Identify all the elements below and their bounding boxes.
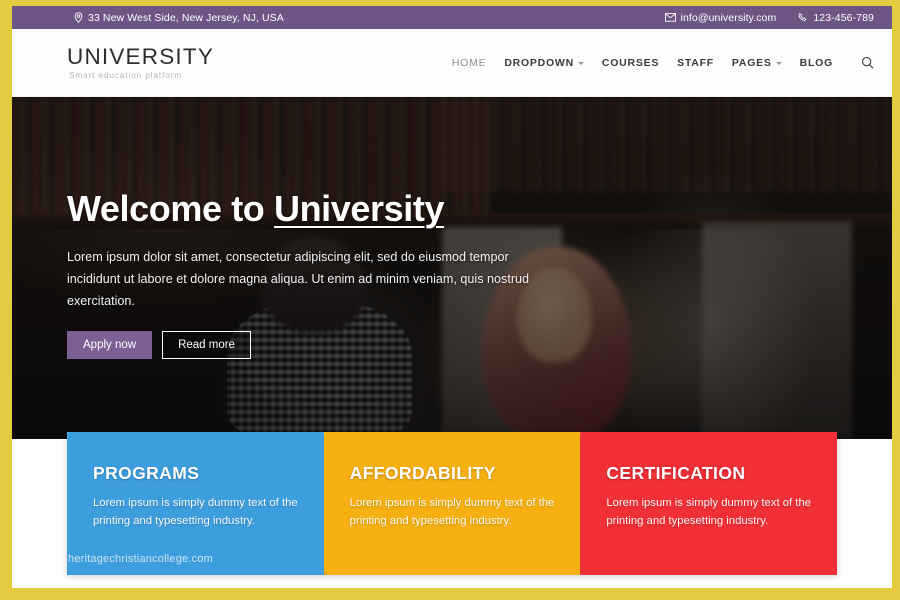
feature-card-affordability[interactable]: AFFORDABILITY Lorem ipsum is simply dumm…: [323, 432, 581, 575]
feature-card-certification[interactable]: CERTIFICATION Lorem ipsum is simply dumm…: [580, 432, 838, 575]
read-more-button[interactable]: Read more: [162, 330, 251, 359]
nav-label: STAFF: [677, 56, 714, 69]
hero-title: Welcome to University: [67, 189, 587, 229]
card-title: CERTIFICATION: [606, 463, 746, 483]
page-frame: 33 New West Side, New Jersey, NJ, USA in…: [0, 0, 900, 600]
phone-link[interactable]: 123-456-789: [798, 12, 874, 24]
address-text: 33 New West Side, New Jersey, NJ, USA: [88, 11, 284, 24]
email-link[interactable]: info@university.com: [664, 11, 777, 24]
feature-cards: PROGRAMS Lorem ipsum is simply dummy tex…: [67, 432, 838, 575]
email-text: info@university.com: [680, 11, 777, 24]
phone-icon: [798, 12, 808, 23]
phone-text: 123-456-789: [813, 11, 874, 24]
top-utility-bar: 33 New West Side, New Jersey, NJ, USA in…: [12, 6, 892, 29]
hero-title-underlined: University: [273, 188, 445, 229]
nav-item-pages[interactable]: PAGES: [732, 57, 782, 69]
nav-item-staff[interactable]: STAFF: [677, 57, 714, 69]
hero-paragraph: Lorem ipsum dolor sit amet, consectetur …: [67, 249, 530, 308]
card-description: Lorem ipsum is simply dummy text of the …: [93, 497, 298, 527]
website-preview: 33 New West Side, New Jersey, NJ, USA in…: [12, 6, 892, 588]
logo[interactable]: UNIVERSITY Smart education platform: [67, 45, 214, 81]
hero-button-group: Apply now Read more: [67, 330, 587, 359]
hero-content: Welcome to University Lorem ipsum dolor …: [67, 189, 587, 359]
chevron-down-icon: [775, 61, 782, 65]
logo-title: UNIVERSITY: [67, 43, 215, 69]
search-icon[interactable]: [861, 56, 874, 69]
hero-title-lead: Welcome to: [67, 188, 274, 229]
nav-label: COURSES: [601, 56, 660, 69]
chevron-down-icon: [577, 61, 584, 65]
envelope-icon: [664, 13, 676, 22]
topbar-contact-group: info@university.com 123-456-789: [664, 11, 874, 24]
feature-card-programs[interactable]: PROGRAMS Lorem ipsum is simply dummy tex…: [67, 432, 324, 575]
nav-item-blog[interactable]: BLOG: [800, 57, 833, 69]
main-navigation: HOME DROPDOWN COURSES STAFF PAGES BLOG: [452, 56, 874, 69]
card-description: Lorem ipsum is simply dummy text of the …: [606, 497, 812, 527]
nav-item-courses[interactable]: COURSES: [602, 57, 659, 69]
address-block: 33 New West Side, New Jersey, NJ, USA: [74, 12, 284, 24]
nav-label: HOME: [451, 56, 487, 69]
site-header: UNIVERSITY Smart education platform HOME…: [12, 29, 892, 97]
nav-label: BLOG: [799, 56, 833, 69]
nav-item-dropdown[interactable]: DROPDOWN: [504, 57, 584, 69]
hero-section: Welcome to University Lorem ipsum dolor …: [12, 97, 892, 439]
card-title: PROGRAMS: [93, 463, 200, 483]
nav-label: DROPDOWN: [504, 56, 574, 69]
location-pin-icon: [74, 12, 83, 23]
card-description: Lorem ipsum is simply dummy text of the …: [349, 497, 555, 527]
card-title: AFFORDABILITY: [349, 463, 496, 483]
nav-label: PAGES: [731, 56, 772, 69]
nav-item-home[interactable]: HOME: [452, 57, 487, 69]
apply-now-button[interactable]: Apply now: [67, 330, 153, 359]
logo-subtitle: Smart education platform: [69, 71, 183, 81]
